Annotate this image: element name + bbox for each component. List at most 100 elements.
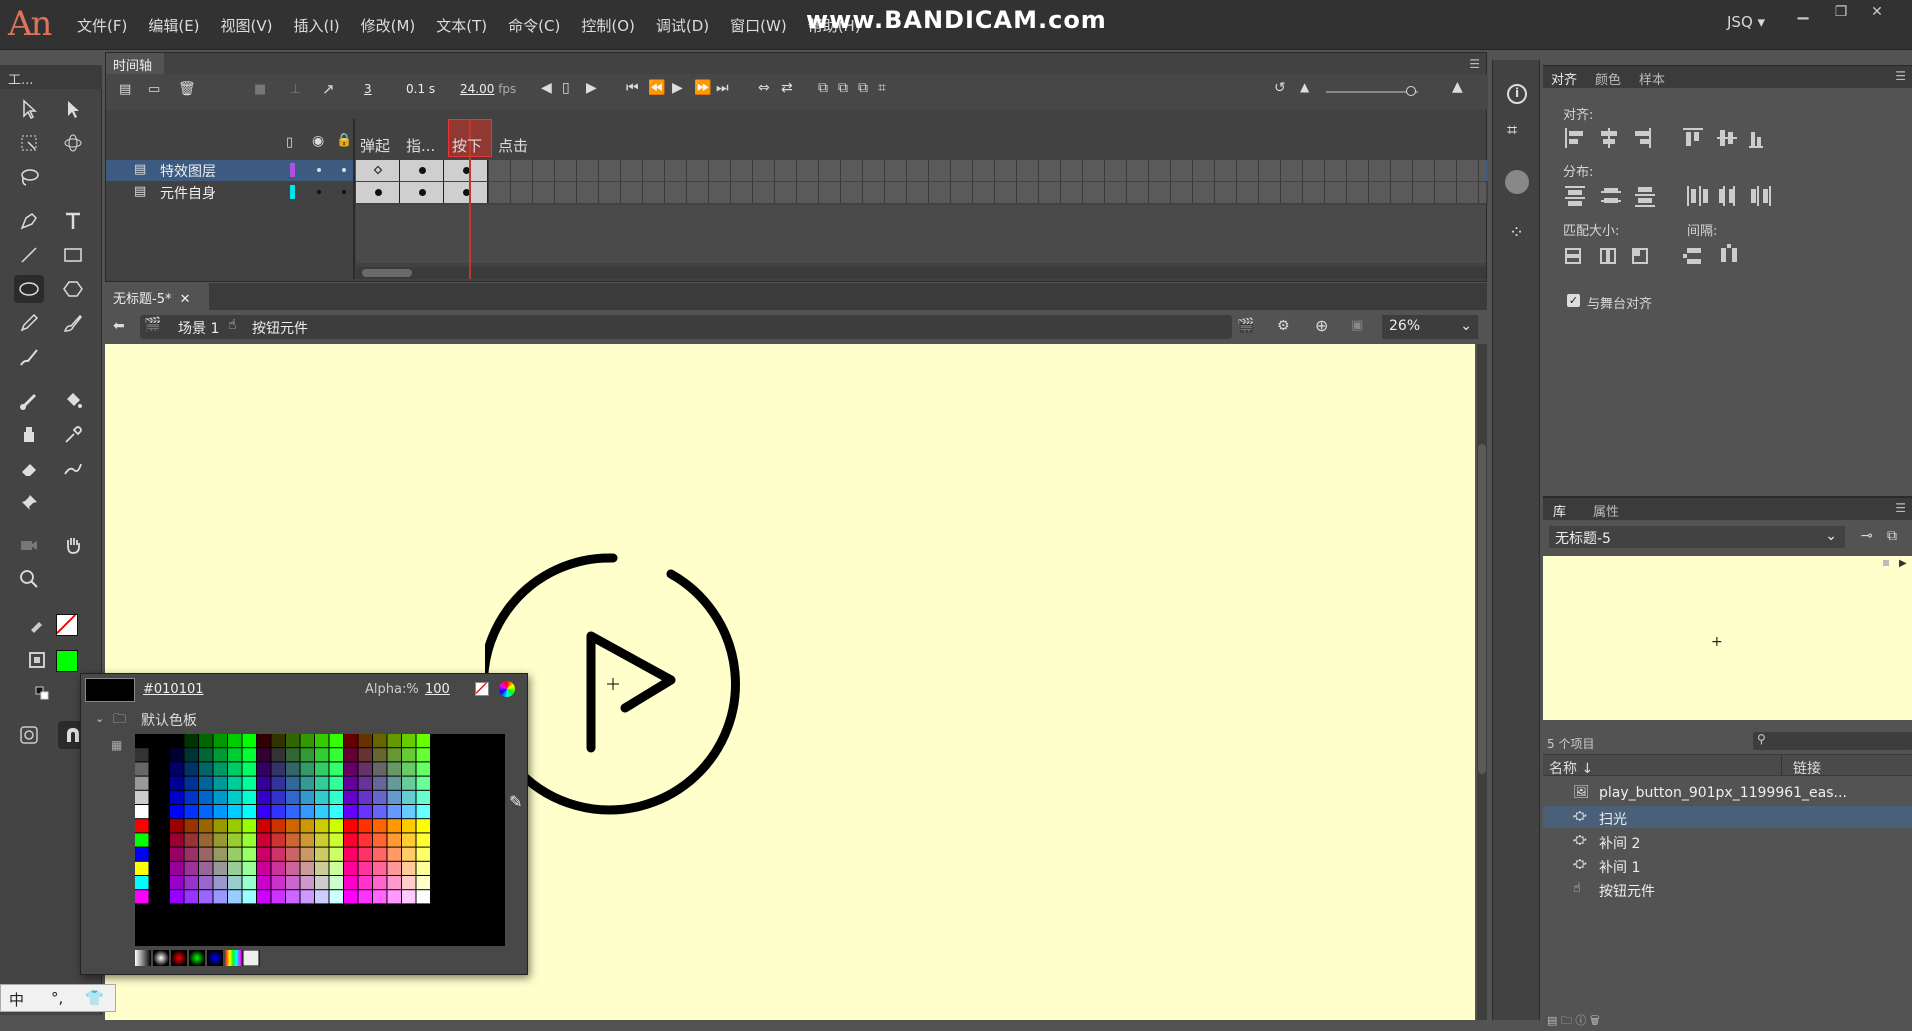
keyframe[interactable] — [400, 182, 444, 203]
distribute-buttons[interactable] — [1563, 184, 1783, 208]
eraser-tool-icon[interactable] — [14, 455, 44, 483]
layer-color-swatch[interactable] — [290, 163, 295, 177]
visibility-dot[interactable] — [317, 168, 321, 172]
tab-color[interactable]: 颜色 — [1595, 69, 1621, 88]
fill-color-icon[interactable] — [22, 646, 52, 674]
subselection-tool-icon[interactable] — [58, 95, 88, 123]
highlight-icon[interactable]: ▯ — [286, 135, 293, 150]
menu-edit[interactable]: 编辑(E) — [148, 15, 199, 36]
pin-library-icon[interactable]: ⊸ — [1861, 528, 1873, 544]
ime-skin-icon[interactable]: 👕 — [85, 989, 104, 1007]
fill-color-swatch[interactable] — [56, 650, 78, 672]
minimize-icon[interactable]: ▁ — [1790, 4, 1816, 24]
info-icon[interactable]: i — [1507, 84, 1527, 104]
panel-menu-icon[interactable]: ☰ — [1895, 69, 1906, 83]
visibility-dot[interactable] — [317, 190, 321, 194]
clip-content-icon[interactable]: ▣ — [1351, 318, 1363, 333]
swatch-folder-name[interactable]: 默认色板 — [141, 710, 197, 730]
camera-tool-icon[interactable] — [14, 531, 44, 559]
timeline-hscroll-thumb[interactable] — [362, 269, 412, 277]
menu-debug[interactable]: 调试(D) — [656, 15, 709, 36]
keyframe-toggle-icon[interactable]: ▯ — [562, 80, 570, 96]
menu-window[interactable]: 窗口(W) — [730, 15, 787, 36]
close-tab-icon[interactable]: ✕ — [180, 292, 191, 307]
eye-icon[interactable]: ◉ — [312, 133, 324, 149]
menu-modify[interactable]: 修改(M) — [361, 15, 416, 36]
swatch-grid-icon[interactable]: ▦ — [111, 738, 122, 752]
lock-icon[interactable]: 🔒 — [336, 133, 352, 148]
column-linkage[interactable]: 链接 — [1793, 758, 1821, 778]
stage-vscroll[interactable] — [1477, 344, 1487, 1020]
creative-cloud-icon[interactable] — [1505, 170, 1529, 194]
layer-divider[interactable] — [353, 119, 355, 279]
frame-size-slider[interactable] — [1326, 91, 1418, 93]
keyframe[interactable] — [444, 182, 488, 203]
library-search-input[interactable]: ⚲ — [1753, 732, 1912, 750]
parenting-icon[interactable]: ⊥ — [290, 82, 301, 97]
swatch-hex-value[interactable]: #010101 — [143, 682, 204, 697]
onion-outline-icon[interactable]: ⧉ — [838, 80, 848, 96]
restore-icon[interactable]: ❐ — [1828, 4, 1854, 24]
current-frame[interactable]: 3 — [364, 82, 372, 96]
frame-rate[interactable]: 24.00 fps — [460, 82, 516, 96]
pin-tool-icon[interactable] — [14, 489, 44, 517]
timeline-tab[interactable]: 时间轴 — [106, 53, 164, 74]
zoom-tool-icon[interactable] — [14, 565, 44, 593]
tab-swatches[interactable]: 样本 — [1639, 69, 1665, 88]
next-keyframe-icon[interactable]: ▶ — [586, 80, 597, 96]
undo-icon[interactable]: ↺ — [1274, 80, 1286, 96]
new-layer-icon[interactable]: ▤ — [119, 82, 131, 97]
free-transform-tool-icon[interactable] — [14, 129, 44, 157]
library-item[interactable]: 🖼 play_button_901px_1199961_eas... — [1543, 782, 1912, 804]
new-library-panel-icon[interactable]: ⧉ — [1887, 528, 1897, 544]
width-tool-icon[interactable] — [58, 455, 88, 483]
pen-tool-icon[interactable] — [14, 207, 44, 235]
onion-markers-icon[interactable]: ⌗ — [878, 80, 886, 96]
document-tab[interactable]: 无标题-5* ✕ — [105, 283, 209, 310]
oval-tool-icon[interactable] — [14, 275, 44, 303]
menu-insert[interactable]: 插入(I) — [294, 15, 340, 36]
library-document-select[interactable]: 无标题-5 ⌄ — [1549, 526, 1845, 548]
paint-brush-tool-icon[interactable] — [58, 309, 88, 337]
menu-text[interactable]: 文本(T) — [436, 15, 487, 36]
swap-colors-icon[interactable] — [28, 680, 58, 708]
lock-dot[interactable] — [342, 190, 346, 194]
elapsed-time[interactable]: 0.1 s — [406, 82, 435, 96]
frame-label-over[interactable]: 指... — [406, 135, 435, 156]
panel-menu-icon[interactable]: ☰ — [1895, 501, 1906, 515]
column-divider[interactable] — [1781, 755, 1782, 775]
breadcrumb-scene[interactable]: 场景 1 — [178, 318, 219, 338]
user-menu[interactable]: JSQ ▾ — [1727, 13, 1765, 31]
eyedropper-tool-icon[interactable] — [58, 421, 88, 449]
gradient-swatches[interactable] — [135, 950, 265, 966]
bone-tool-icon[interactable] — [14, 387, 44, 415]
keyframe[interactable] — [400, 160, 444, 181]
ime-mode[interactable]: 中 — [9, 989, 24, 1010]
edit-multiple-icon[interactable]: ⧉ — [858, 80, 868, 96]
chevron-down-icon[interactable]: ⌄ — [95, 712, 104, 725]
frame-label-up[interactable]: 弹起 — [360, 135, 390, 156]
edit-scene-icon[interactable]: 🎬 — [1237, 318, 1254, 334]
library-bottom-toolbar[interactable]: ▤ 🗀 ⓘ 🗑 — [1547, 1012, 1600, 1031]
onion-skin-icon[interactable]: ⧉ — [818, 80, 828, 96]
center-stage-icon[interactable]: ⊕ — [1315, 316, 1328, 335]
ime-punct[interactable]: °, — [51, 989, 63, 1007]
layer-row[interactable]: ▤ 元件自身 — [106, 182, 1488, 203]
brush-tool-icon[interactable] — [14, 343, 44, 371]
ink-bottle-tool-icon[interactable] — [14, 421, 44, 449]
prev-keyframe-icon[interactable]: ◀ — [541, 80, 552, 96]
align-buttons[interactable] — [1563, 126, 1763, 150]
step-forward-icon[interactable]: ⏩ — [694, 80, 711, 96]
play-icon[interactable]: ▶ — [672, 80, 683, 96]
3d-rotation-tool-icon[interactable] — [58, 129, 88, 157]
library-item[interactable]: ☝ 按钮元件 — [1543, 878, 1912, 900]
loop-icon[interactable]: ⇄ — [781, 80, 793, 96]
delete-layer-icon[interactable]: 🗑 — [178, 81, 196, 97]
column-name[interactable]: 名称 ↓ — [1549, 758, 1593, 778]
panel-menu-icon[interactable]: ☰ — [1469, 57, 1480, 71]
preview-play-icon[interactable]: ▶ — [1899, 558, 1907, 569]
align-to-stage-checkbox[interactable]: ✓ — [1567, 294, 1580, 307]
color-picker-icon[interactable] — [499, 681, 515, 697]
frames-track[interactable] — [356, 160, 1486, 181]
library-item[interactable]: ⛮ 补间 2 — [1543, 830, 1912, 852]
